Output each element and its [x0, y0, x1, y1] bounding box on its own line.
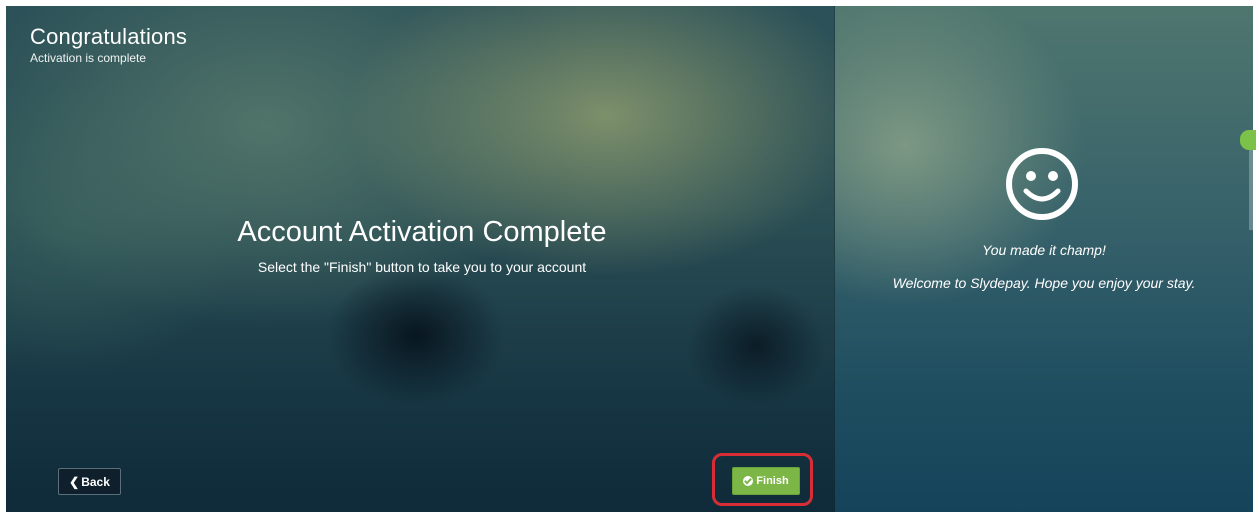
chevron-left-icon: ❮: [69, 474, 80, 489]
scrollbar-track[interactable]: [1249, 150, 1253, 230]
welcome-line-1: You made it champ!: [982, 242, 1106, 258]
wizard-main-pane: Congratulations Activation is complete A…: [6, 6, 835, 512]
page-title: Congratulations: [30, 24, 188, 49]
back-button[interactable]: ❮ Back: [58, 468, 121, 495]
completion-heading: Account Activation Complete: [237, 216, 607, 248]
welcome-line-2: Welcome to Slydepay. Hope you enjoy your…: [892, 275, 1196, 291]
welcome-side-panel: You made it champ! Welcome to Slydepay. …: [835, 6, 1253, 512]
back-button-label: Back: [81, 474, 110, 489]
finish-button[interactable]: Finish: [732, 467, 800, 495]
finish-button-label: Finish: [756, 475, 789, 487]
smiley-icon: [1006, 148, 1078, 220]
scrollbar-handle[interactable]: [1240, 130, 1256, 150]
completion-instruction: Select the "Finish" button to take you t…: [257, 259, 587, 275]
welcome-message: You made it champ! Welcome to Slydepay. …: [835, 241, 1253, 292]
completion-message: Account Activation Complete Select the "…: [6, 214, 835, 276]
check-circle-icon: [743, 476, 754, 486]
page-subtitle: Activation is complete: [30, 51, 147, 65]
wizard-header: Congratulations Activation is complete: [30, 24, 187, 66]
activation-wizard: Congratulations Activation is complete A…: [6, 6, 1253, 512]
